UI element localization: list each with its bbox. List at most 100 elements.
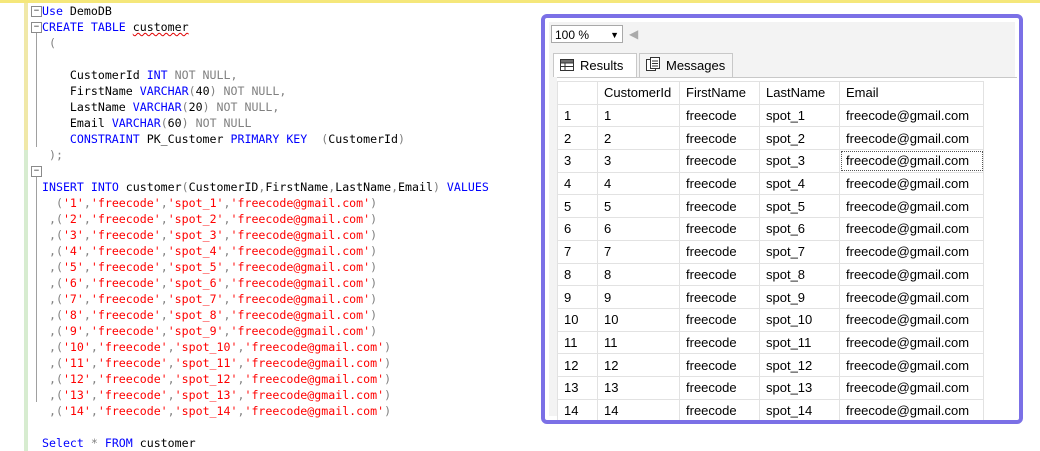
- table-cell[interactable]: freecode: [679, 262, 760, 287]
- column-header-lastname[interactable]: LastName: [759, 81, 840, 105]
- code-line[interactable]: ,('10','freecode','spot_10','freecode@gm…: [42, 339, 489, 355]
- row-number-cell[interactable]: 7: [557, 239, 598, 264]
- table-cell[interactable]: freecode@gmail.com: [839, 171, 984, 196]
- code-line[interactable]: );: [42, 147, 489, 163]
- table-cell[interactable]: 8: [597, 262, 680, 287]
- table-cell[interactable]: spot_1: [759, 103, 840, 128]
- table-cell[interactable]: freecode: [679, 330, 760, 355]
- table-row[interactable]: 9 9 freecode spot_9 freecode@gmail.com: [557, 285, 984, 309]
- table-row[interactable]: 2 2 freecode spot_2 freecode@gmail.com: [557, 126, 984, 151]
- code-line[interactable]: [42, 51, 489, 67]
- table-cell[interactable]: 6: [597, 217, 680, 241]
- table-cell[interactable]: freecode: [679, 194, 760, 219]
- table-cell[interactable]: 1: [597, 103, 680, 128]
- table-cell[interactable]: freecode@gmail.com: [839, 307, 984, 332]
- table-row[interactable]: 11 11 freecode spot_11 freecode@gmail.com: [557, 330, 984, 355]
- table-cell[interactable]: freecode@gmail.com: [839, 375, 984, 400]
- table-cell[interactable]: spot_2: [759, 126, 840, 151]
- code-line[interactable]: ,('7','freecode','spot_7','freecode@gmai…: [42, 291, 489, 307]
- code-line[interactable]: INSERT INTO customer(CustomerID, FirstNam…: [42, 179, 489, 195]
- row-number-cell[interactable]: 5: [557, 194, 598, 219]
- zoom-select[interactable]: 100 % ▼: [551, 25, 623, 43]
- table-cell[interactable]: freecode@gmail.com: [839, 398, 984, 420]
- row-number-cell[interactable]: 2: [557, 126, 598, 151]
- table-cell[interactable]: freecode: [679, 126, 760, 151]
- code-line[interactable]: Use DemoDB: [42, 3, 489, 19]
- table-cell[interactable]: freecode@gmail.com: [839, 149, 984, 173]
- code-line[interactable]: ,('6','freecode','spot_6','freecode@gmai…: [42, 275, 489, 291]
- table-cell[interactable]: spot_9: [759, 285, 840, 309]
- code-line[interactable]: [42, 419, 489, 435]
- table-cell[interactable]: 5: [597, 194, 680, 219]
- row-number-cell[interactable]: 11: [557, 330, 598, 355]
- table-cell[interactable]: freecode@gmail.com: [839, 262, 984, 287]
- code-line[interactable]: Email VARCHAR(60) NOT NULL: [42, 115, 489, 131]
- table-cell[interactable]: 4: [597, 171, 680, 196]
- table-cell[interactable]: 7: [597, 239, 680, 264]
- table-cell[interactable]: spot_13: [759, 375, 840, 400]
- collapse-toggle-create[interactable]: −: [31, 22, 42, 33]
- table-cell[interactable]: freecode: [679, 239, 760, 264]
- row-number-cell[interactable]: 10: [557, 307, 598, 332]
- code-line[interactable]: ,('11','freecode','spot_11','freecode@gm…: [42, 355, 489, 371]
- table-row[interactable]: 8 8 freecode spot_8 freecode@gmail.com: [557, 262, 984, 287]
- table-cell[interactable]: freecode: [679, 103, 760, 128]
- collapse-toggle-insert[interactable]: −: [31, 166, 42, 177]
- code-line[interactable]: ,('13','freecode','spot_13','freecode@gm…: [42, 387, 489, 403]
- table-cell[interactable]: freecode: [679, 398, 760, 420]
- code-line[interactable]: ,('9','freecode','spot_9','freecode@gmai…: [42, 323, 489, 339]
- table-cell[interactable]: 14: [597, 398, 680, 420]
- row-number-cell[interactable]: 14: [557, 398, 598, 420]
- table-cell[interactable]: freecode: [679, 217, 760, 241]
- table-row[interactable]: 10 10 freecode spot_10 freecode@gmail.com: [557, 307, 984, 332]
- table-row[interactable]: 5 5 freecode spot_5 freecode@gmail.com: [557, 194, 984, 219]
- column-header-rownum[interactable]: [557, 81, 598, 105]
- table-cell[interactable]: spot_5: [759, 194, 840, 219]
- table-cell[interactable]: spot_14: [759, 398, 840, 420]
- scroll-left-icon[interactable]: ◀: [629, 27, 638, 41]
- sql-editor[interactable]: Use DemoDB CREATE TABLE customer ( Custom…: [42, 3, 489, 451]
- row-number-cell[interactable]: 4: [557, 171, 598, 196]
- table-cell[interactable]: freecode@gmail.com: [839, 330, 984, 355]
- code-line[interactable]: ('1','freecode','spot_1','freecode@gmail…: [42, 195, 489, 211]
- code-line[interactable]: CREATE TABLE customer: [42, 19, 489, 35]
- code-line[interactable]: CustomerId INT NOT NULL,: [42, 67, 489, 83]
- tab-messages[interactable]: Messages: [639, 53, 733, 77]
- table-cell[interactable]: spot_4: [759, 171, 840, 196]
- table-cell[interactable]: freecode@gmail.com: [839, 103, 984, 128]
- table-cell[interactable]: spot_7: [759, 239, 840, 264]
- column-header-customerid[interactable]: CustomerId: [597, 81, 680, 105]
- row-number-cell[interactable]: 12: [557, 353, 598, 377]
- table-cell[interactable]: freecode@gmail.com: [839, 126, 984, 151]
- table-cell[interactable]: freecode@gmail.com: [839, 194, 984, 219]
- table-cell[interactable]: 13: [597, 375, 680, 400]
- code-line[interactable]: ,('4','freecode','spot_4','freecode@gmai…: [42, 243, 489, 259]
- table-cell[interactable]: spot_10: [759, 307, 840, 332]
- code-line[interactable]: ,('14','freecode','spot_14','freecode@gm…: [42, 403, 489, 419]
- table-cell[interactable]: 3: [597, 149, 680, 173]
- row-number-cell[interactable]: 13: [557, 375, 598, 400]
- row-number-cell[interactable]: 8: [557, 262, 598, 287]
- table-cell[interactable]: 10: [597, 307, 680, 332]
- code-line[interactable]: ,('5','freecode','spot_5','freecode@gmai…: [42, 259, 489, 275]
- table-row[interactable]: 14 14 freecode spot_14 freecode@gmail.com: [557, 398, 984, 420]
- column-header-email[interactable]: Email: [839, 81, 984, 105]
- table-row[interactable]: 13 13 freecode spot_13 freecode@gmail.com: [557, 375, 984, 400]
- table-cell[interactable]: freecode: [679, 285, 760, 309]
- table-row[interactable]: 4 4 freecode spot_4 freecode@gmail.com: [557, 171, 984, 196]
- code-line[interactable]: [42, 163, 489, 179]
- table-cell[interactable]: 11: [597, 330, 680, 355]
- code-line[interactable]: (: [42, 35, 489, 51]
- code-line[interactable]: CONSTRAINT PK_Customer PRIMARY KEY (Cust…: [42, 131, 489, 147]
- code-line[interactable]: ,('3','freecode','spot_3','freecode@gmai…: [42, 227, 489, 243]
- table-row[interactable]: 1 1 freecode spot_1 freecode@gmail.com: [557, 103, 984, 128]
- table-cell[interactable]: freecode@gmail.com: [839, 285, 984, 309]
- table-row[interactable]: 7 7 freecode spot_7 freecode@gmail.com: [557, 239, 984, 264]
- row-number-cell[interactable]: 3: [557, 149, 598, 173]
- table-cell[interactable]: freecode: [679, 307, 760, 332]
- table-cell[interactable]: spot_3: [759, 149, 840, 173]
- row-number-cell[interactable]: 9: [557, 285, 598, 309]
- code-line[interactable]: LastName VARCHAR(20) NOT NULL,: [42, 99, 489, 115]
- table-cell[interactable]: freecode: [679, 149, 760, 173]
- table-cell[interactable]: freecode: [679, 171, 760, 196]
